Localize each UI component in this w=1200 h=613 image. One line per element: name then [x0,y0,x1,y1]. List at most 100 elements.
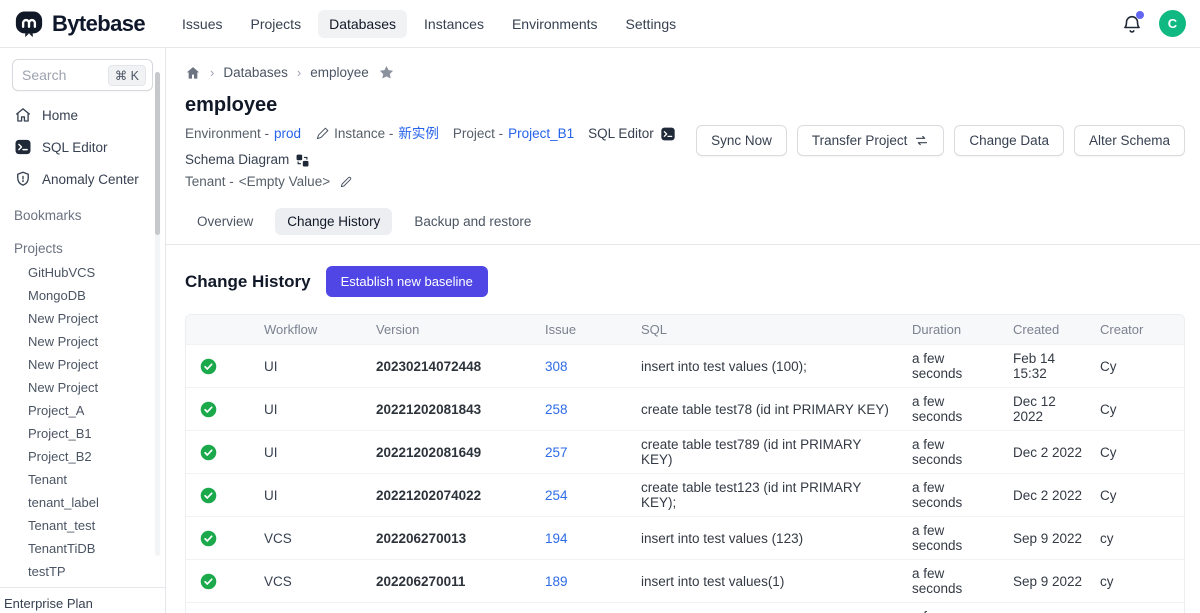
change-data-button[interactable]: Change Data [954,125,1064,156]
issue-link[interactable]: 258 [545,402,568,417]
creator-cell: Cy [1092,474,1184,517]
breadcrumb-employee[interactable]: employee [310,65,369,80]
brand-name: Bytebase [52,11,145,37]
sql-editor-link[interactable]: SQL Editor [588,123,676,145]
sidebar-item-sql-editor[interactable]: SQL Editor [0,131,165,163]
sidebar-scrollbar[interactable] [155,72,160,556]
issue-link[interactable]: 257 [545,445,568,460]
environment-link[interactable]: prod [274,123,301,145]
sql-cell: create table test78 (id int PRIMARY KEY) [633,388,904,431]
button-label: Alter Schema [1089,133,1170,148]
button-label: Transfer Project [812,133,908,148]
top-navigation: Issues Projects Databases Instances Envi… [171,10,687,38]
workflow-cell: VCS [256,603,368,613]
issue-link[interactable]: 254 [545,488,568,503]
sidebar-item-anomaly-center[interactable]: Anomaly Center [0,163,165,195]
version-cell: 20221202074022 [368,474,537,517]
table-header-row: Workflow Version Issue SQL Duration Crea… [186,315,1184,345]
issue-link[interactable]: 308 [545,359,568,374]
tenant-meta: Tenant - <Empty Value> [185,171,353,193]
sidebar-project-tenant[interactable]: Tenant [0,468,165,491]
workflow-cell: VCS [256,517,368,560]
sidebar-scrollbar-thumb[interactable] [155,72,160,235]
sync-now-button[interactable]: Sync Now [696,125,787,156]
sql-cell: create table test123 (id int PRIMARY KEY… [633,474,904,517]
database-tabs: Overview Change History Backup and resto… [166,193,1200,244]
nav-databases[interactable]: Databases [318,10,407,38]
sidebar-item-label: Home [42,108,78,123]
alter-schema-button[interactable]: Alter Schema [1074,125,1185,156]
sql-cell: insert into test values(1) [633,603,904,613]
sidebar-project-githubvcs[interactable]: GitHubVCS [0,261,165,284]
sidebar-project-project-b1[interactable]: Project_B1 [0,422,165,445]
sql-cell: insert into test values (123) [633,517,904,560]
sidebar-project-new-3[interactable]: New Project [0,353,165,376]
nav-settings[interactable]: Settings [615,10,688,38]
establish-baseline-button[interactable]: Establish new baseline [326,266,488,297]
chevron-right-icon: › [210,65,214,80]
shield-icon [14,170,32,188]
schema-diagram-link[interactable]: Schema Diagram [185,149,310,171]
sidebar-project-new-1[interactable]: New Project [0,307,165,330]
bookmark-star-icon[interactable] [378,64,395,81]
project-meta: Project - Project_B1 [453,123,574,145]
bytebase-logo[interactable]: Bytebase [14,9,145,39]
search-box[interactable]: ⌘ K [12,59,153,91]
created-cell: Sep 9 2022 [1005,603,1092,613]
search-input[interactable] [22,67,100,83]
sidebar-project-tenant-label[interactable]: tenant_label [0,491,165,514]
environment-meta: Environment - prod [185,123,301,145]
tenant-label: Tenant - [185,171,234,193]
instance-link[interactable]: 新实例 [398,123,439,145]
sidebar-project-tenanttidb[interactable]: TenantTiDB [0,537,165,560]
section-title: Change History [185,272,311,292]
table-row[interactable]: VCS 202206270013 194 insert into test va… [186,517,1184,560]
edit-pencil-icon[interactable] [339,175,353,189]
table-row[interactable]: VCS 202206270011 189 insert into test va… [186,560,1184,603]
issue-link[interactable]: 189 [545,574,568,589]
sidebar-item-home[interactable]: Home [0,99,165,131]
project-link[interactable]: Project_B1 [508,123,574,145]
table-row[interactable]: UI 20221202081649 257 create table test7… [186,431,1184,474]
tenant-value: <Empty Value> [239,171,330,193]
column-header-sql: SQL [633,315,904,345]
nav-environments[interactable]: Environments [501,10,609,38]
nav-instances[interactable]: Instances [413,10,495,38]
notification-dot [1136,11,1144,19]
tab-overview[interactable]: Overview [185,208,265,235]
duration-cell: a few seconds [904,560,1005,603]
table-row[interactable]: VCS 202206270010 188 insert into test va… [186,603,1184,613]
issue-link[interactable]: 194 [545,531,568,546]
success-check-icon [200,530,217,547]
user-avatar[interactable]: C [1159,10,1186,37]
success-check-icon [200,487,217,504]
success-check-icon [200,444,217,461]
table-row[interactable]: UI 20221202081843 258 create table test7… [186,388,1184,431]
sidebar-project-tenant-test[interactable]: Tenant_test [0,514,165,537]
created-cell: Feb 14 15:32 [1005,345,1092,388]
notification-bell-icon[interactable] [1121,13,1143,35]
creator-cell: Cy [1092,431,1184,474]
nav-projects[interactable]: Projects [240,10,313,38]
sidebar-project-testtp[interactable]: testTP [0,560,165,583]
sidebar-project-new-4[interactable]: New Project [0,376,165,399]
breadcrumb-home-icon[interactable] [185,65,201,81]
tab-backup-restore[interactable]: Backup and restore [402,208,543,235]
workflow-cell: UI [256,474,368,517]
sidebar-project-project-b2[interactable]: Project_B2 [0,445,165,468]
sidebar-project-mongodb[interactable]: MongoDB [0,284,165,307]
table-row[interactable]: UI 20221202074022 254 create table test1… [186,474,1184,517]
created-cell: Dec 12 2022 [1005,388,1092,431]
sidebar-project-project-a[interactable]: Project_A [0,399,165,422]
nav-issues[interactable]: Issues [171,10,233,38]
created-cell: Sep 9 2022 [1005,560,1092,603]
transfer-project-button[interactable]: Transfer Project [797,125,945,156]
table-row[interactable]: UI 20230214072448 308 insert into test v… [186,345,1184,388]
projects-section-label: Projects [0,228,165,261]
change-history-section: Change History Establish new baseline Wo… [166,245,1200,613]
tab-change-history[interactable]: Change History [275,208,392,235]
workflow-cell: VCS [256,560,368,603]
sidebar-project-new-2[interactable]: New Project [0,330,165,353]
breadcrumb-databases[interactable]: Databases [223,65,288,80]
creator-cell: Cy [1092,388,1184,431]
